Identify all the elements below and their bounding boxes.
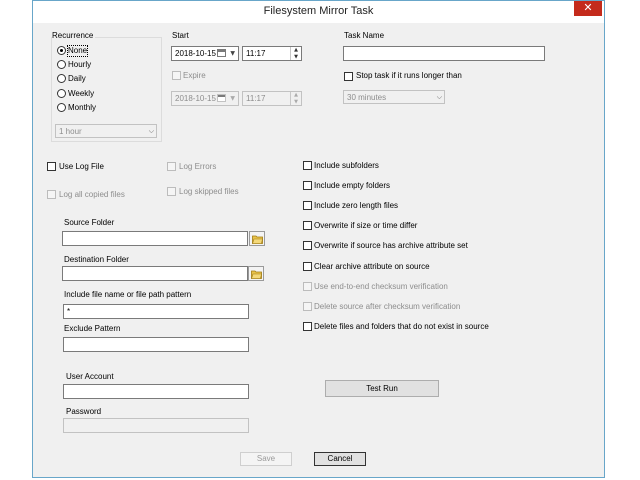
interval-value: 1 hour: [59, 127, 82, 136]
destination-folder-input[interactable]: [62, 266, 248, 281]
overwrite-archive-label: Overwrite if source has archive attribut…: [314, 241, 468, 250]
expire-date-value: 2018-10-15: [175, 94, 216, 103]
include-pattern-input[interactable]: *: [63, 304, 249, 319]
expire-checkbox[interactable]: [172, 71, 181, 80]
start-label: Start: [172, 31, 189, 40]
radio-none[interactable]: [57, 46, 66, 55]
log-errors-checkbox[interactable]: [167, 162, 176, 171]
cancel-button[interactable]: Cancel: [314, 452, 366, 466]
log-all-copied-label: Log all copied files: [59, 190, 125, 199]
chevron-down-icon: ⌵: [148, 127, 154, 135]
expire-time-spinner[interactable]: ▲ ▼: [290, 92, 301, 105]
radio-none-label[interactable]: None: [66, 45, 89, 57]
close-icon: ✕: [583, 1, 593, 14]
radio-hourly[interactable]: [57, 60, 66, 69]
window-title: Filesystem Mirror Task: [263, 5, 374, 17]
password-label: Password: [66, 407, 102, 416]
radio-monthly-label[interactable]: Monthly: [68, 103, 96, 113]
title-bar[interactable]: Filesystem Mirror Task ✕: [33, 1, 604, 23]
include-subfolders-label: Include subfolders: [314, 161, 379, 170]
spin-down-icon[interactable]: ▼: [291, 54, 301, 61]
clear-archive-checkbox[interactable]: [303, 262, 312, 271]
folder-icon: [252, 235, 263, 244]
radio-hourly-label[interactable]: Hourly: [68, 60, 91, 70]
log-all-copied-checkbox[interactable]: [47, 190, 56, 199]
chevron-down-icon: ▼: [230, 50, 235, 57]
radio-weekly[interactable]: [57, 89, 66, 98]
overwrite-archive-checkbox[interactable]: [303, 241, 312, 250]
log-skipped-checkbox[interactable]: [167, 187, 176, 196]
test-run-button[interactable]: Test Run: [325, 380, 439, 397]
log-errors-label: Log Errors: [179, 162, 217, 171]
include-subfolders-checkbox[interactable]: [303, 161, 312, 170]
include-empty-folders-checkbox[interactable]: [303, 181, 312, 190]
start-date-value: 2018-10-15: [175, 49, 216, 58]
stop-duration-select[interactable]: 30 minutes ⌵: [343, 90, 445, 104]
expire-time-value: 11:17: [246, 94, 266, 103]
stop-task-checkbox[interactable]: [344, 72, 353, 81]
exclude-pattern-input[interactable]: [63, 337, 249, 352]
user-account-label: User Account: [66, 372, 114, 381]
clear-archive-label: Clear archive attribute on source: [314, 262, 430, 271]
stop-duration-value: 30 minutes: [347, 93, 387, 102]
include-zero-length-label: Include zero length files: [314, 201, 399, 210]
browse-destination-button[interactable]: [248, 266, 264, 281]
destination-folder-label: Destination Folder: [64, 255, 129, 264]
radio-daily-label[interactable]: Daily: [68, 74, 86, 84]
close-button[interactable]: ✕: [574, 1, 602, 16]
overwrite-size-time-label: Overwrite if size or time differ: [314, 221, 418, 230]
dialog-window: Filesystem Mirror Task ✕ Recurrence None…: [32, 0, 605, 478]
start-date-picker[interactable]: 2018-10-15 ▼: [171, 46, 239, 61]
delete-after-checksum-label: Delete source after checksum verificatio…: [314, 302, 461, 311]
expire-time-field[interactable]: 11:17 ▲ ▼: [242, 91, 302, 106]
overwrite-size-time-checkbox[interactable]: [303, 221, 312, 230]
log-skipped-label: Log skipped files: [179, 187, 239, 196]
chevron-down-icon: ▼: [230, 95, 235, 102]
stop-task-label: Stop task if it runs longer than: [356, 71, 462, 80]
task-name-input[interactable]: [343, 46, 545, 61]
password-input[interactable]: [63, 418, 249, 433]
include-pattern-label: Include file name or file path pattern: [64, 290, 192, 299]
use-log-file-checkbox[interactable]: [47, 162, 56, 171]
source-folder-input[interactable]: [62, 231, 248, 246]
interval-select[interactable]: 1 hour ⌵: [55, 124, 157, 138]
recurrence-label: Recurrence: [52, 31, 96, 41]
user-account-input[interactable]: [63, 384, 249, 399]
include-empty-folders-label: Include empty folders: [314, 181, 391, 190]
expire-date-picker[interactable]: 2018-10-15 ▼: [171, 91, 239, 106]
chevron-down-icon: ⌵: [436, 93, 442, 101]
start-time-spinner[interactable]: ▲ ▼: [290, 47, 301, 60]
checksum-verification-checkbox[interactable]: [303, 282, 312, 291]
start-time-field[interactable]: 11:17 ▲ ▼: [242, 46, 302, 61]
delete-missing-label: Delete files and folders that do not exi…: [314, 322, 489, 331]
checksum-verification-label: Use end-to-end checksum verification: [314, 282, 448, 291]
save-button[interactable]: Save: [240, 452, 292, 466]
calendar-icon: [217, 49, 226, 57]
calendar-icon: [217, 94, 226, 102]
use-log-file-label: Use Log File: [59, 162, 104, 171]
spin-down-icon[interactable]: ▼: [291, 99, 301, 106]
start-time-value: 11:17: [246, 49, 266, 58]
delete-missing-checkbox[interactable]: [303, 322, 312, 331]
expire-label: Expire: [183, 71, 206, 80]
folder-icon: [251, 270, 262, 279]
exclude-pattern-label: Exclude Pattern: [64, 324, 121, 333]
task-name-label: Task Name: [344, 31, 385, 40]
include-zero-length-checkbox[interactable]: [303, 201, 312, 210]
radio-monthly[interactable]: [57, 103, 66, 112]
delete-after-checksum-checkbox[interactable]: [303, 302, 312, 311]
radio-weekly-label[interactable]: Weekly: [68, 89, 94, 99]
browse-source-button[interactable]: [249, 231, 265, 246]
radio-daily[interactable]: [57, 74, 66, 83]
source-folder-label: Source Folder: [64, 218, 115, 227]
